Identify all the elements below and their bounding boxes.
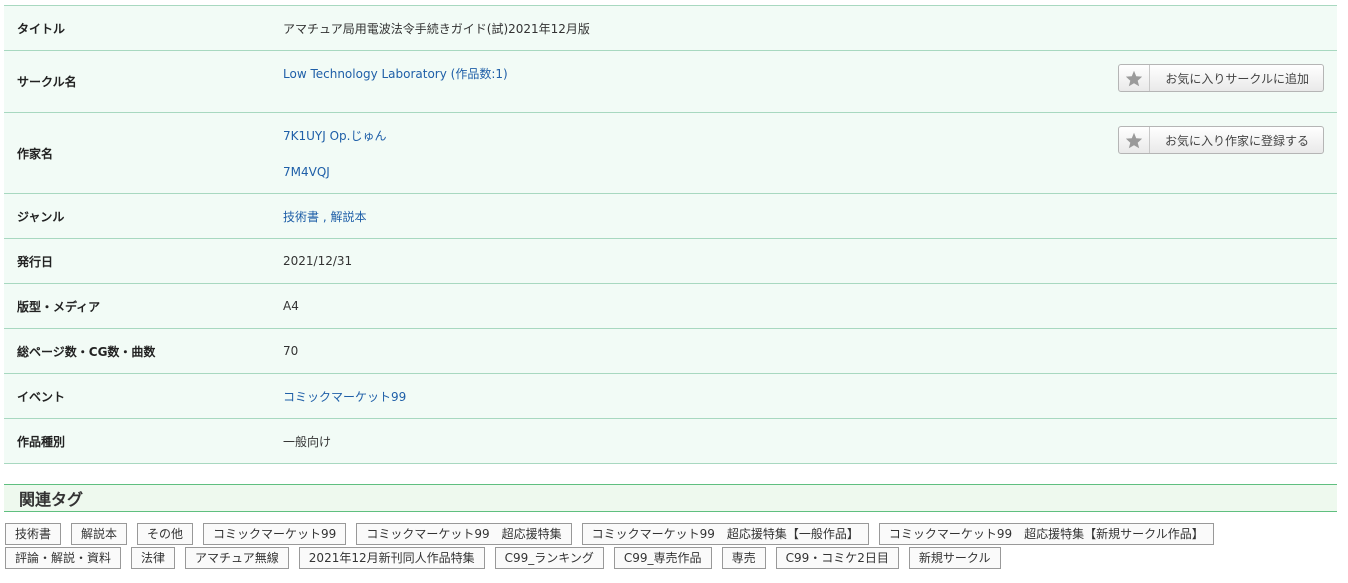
tag-item[interactable]: 評論・解説・資料 <box>5 547 122 569</box>
star-icon <box>1119 65 1151 91</box>
tag-item[interactable]: コミックマーケット99 <box>203 523 347 545</box>
star-icon <box>1119 127 1150 153</box>
tag-item[interactable]: 法律 <box>131 547 176 569</box>
tag-item[interactable]: 専売 <box>721 547 766 569</box>
tag-item[interactable]: 技術書 <box>5 523 62 545</box>
favorite-author-button[interactable]: お気に入り作家に登録する <box>1117 126 1324 154</box>
favorite-circle-label: お気に入りサークルに追加 <box>1165 71 1309 86</box>
type-value: 一般向け <box>283 434 332 449</box>
row-label: 作品種別 <box>17 434 66 449</box>
title-value: アマチュア局用電波法令手続きガイド(試)2021年12月版 <box>283 21 590 36</box>
row-title: タイトル アマチュア局用電波法令手続きガイド(試)2021年12月版 <box>4 6 1337 51</box>
related-tags-heading: 関連タグ <box>4 484 1337 512</box>
tag-item[interactable]: アマチュア無線 <box>185 547 289 569</box>
row-circle: サークル名 Low Technology Laboratory (作品数:1) … <box>4 51 1337 113</box>
row-event: イベント コミックマーケット99 <box>4 374 1337 419</box>
tag-item[interactable]: 新規サークル <box>908 547 1001 569</box>
row-label: イベント <box>17 389 66 404</box>
tag-item[interactable]: 解説本 <box>71 523 128 545</box>
favorite-circle-button[interactable]: お気に入りサークルに追加 <box>1118 64 1324 92</box>
work-detail-table: タイトル アマチュア局用電波法令手続きガイド(試)2021年12月版 サークル名… <box>4 5 1337 464</box>
tag-item[interactable]: 2021年12月新刊同人作品特集 <box>298 547 485 569</box>
row-type: 作品種別 一般向け <box>4 419 1337 464</box>
tag-item[interactable]: コミックマーケット99 超応援特集【一般作品】 <box>581 523 869 545</box>
pages-value: 70 <box>283 344 299 358</box>
row-label: ジャンル <box>17 209 65 224</box>
tag-line: 評論・解説・資料 法律 アマチュア無線 2021年12月新刊同人作品特集 C99… <box>5 547 1335 571</box>
row-pages: 総ページ数・CG数・曲数 70 <box>4 329 1337 374</box>
genre-link[interactable]: 技術書 , 解説本 <box>283 208 1337 225</box>
event-link[interactable]: コミックマーケット99 <box>283 388 1337 405</box>
tag-item[interactable]: C99_専売作品 <box>613 547 712 569</box>
tag-item[interactable]: コミックマーケット99 超応援特集 <box>356 523 572 545</box>
tag-item[interactable]: その他 <box>137 523 194 545</box>
row-author: 作家名 7K1UYJ Op.じゅん 7M4VQJ お気に入り作家に登録する <box>4 113 1337 194</box>
favorite-author-label: お気に入り作家に登録する <box>1164 133 1309 148</box>
tag-item[interactable]: C99_ランキング <box>494 547 604 569</box>
tag-line: 技術書 解説本 その他 コミックマーケット99 コミックマーケット99 超応援特… <box>5 523 1335 547</box>
row-label: タイトル <box>17 21 66 36</box>
row-label: 総ページ数・CG数・曲数 <box>17 344 156 359</box>
row-label: 作家名 <box>17 146 54 161</box>
row-date: 発行日 2021/12/31 <box>4 239 1337 284</box>
row-genre: ジャンル 技術書 , 解説本 <box>4 194 1337 239</box>
author-link[interactable]: 7M4VQJ <box>283 163 1337 181</box>
row-label: 版型・メディア <box>17 299 101 314</box>
tag-item[interactable]: C99・コミケ2日目 <box>775 547 899 569</box>
date-value: 2021/12/31 <box>283 254 353 268</box>
tag-list: 技術書 解説本 その他 コミックマーケット99 コミックマーケット99 超応援特… <box>5 523 1335 571</box>
format-value: A4 <box>283 299 299 313</box>
row-label: サークル名 <box>17 75 77 89</box>
event-value-cell: コミックマーケット99 <box>271 374 1337 418</box>
tag-item[interactable]: コミックマーケット99 超応援特集【新規サークル作品】 <box>878 523 1214 545</box>
row-format: 版型・メディア A4 <box>4 284 1337 329</box>
row-label: 発行日 <box>17 254 54 269</box>
genre-value-cell: 技術書 , 解説本 <box>271 194 1337 238</box>
